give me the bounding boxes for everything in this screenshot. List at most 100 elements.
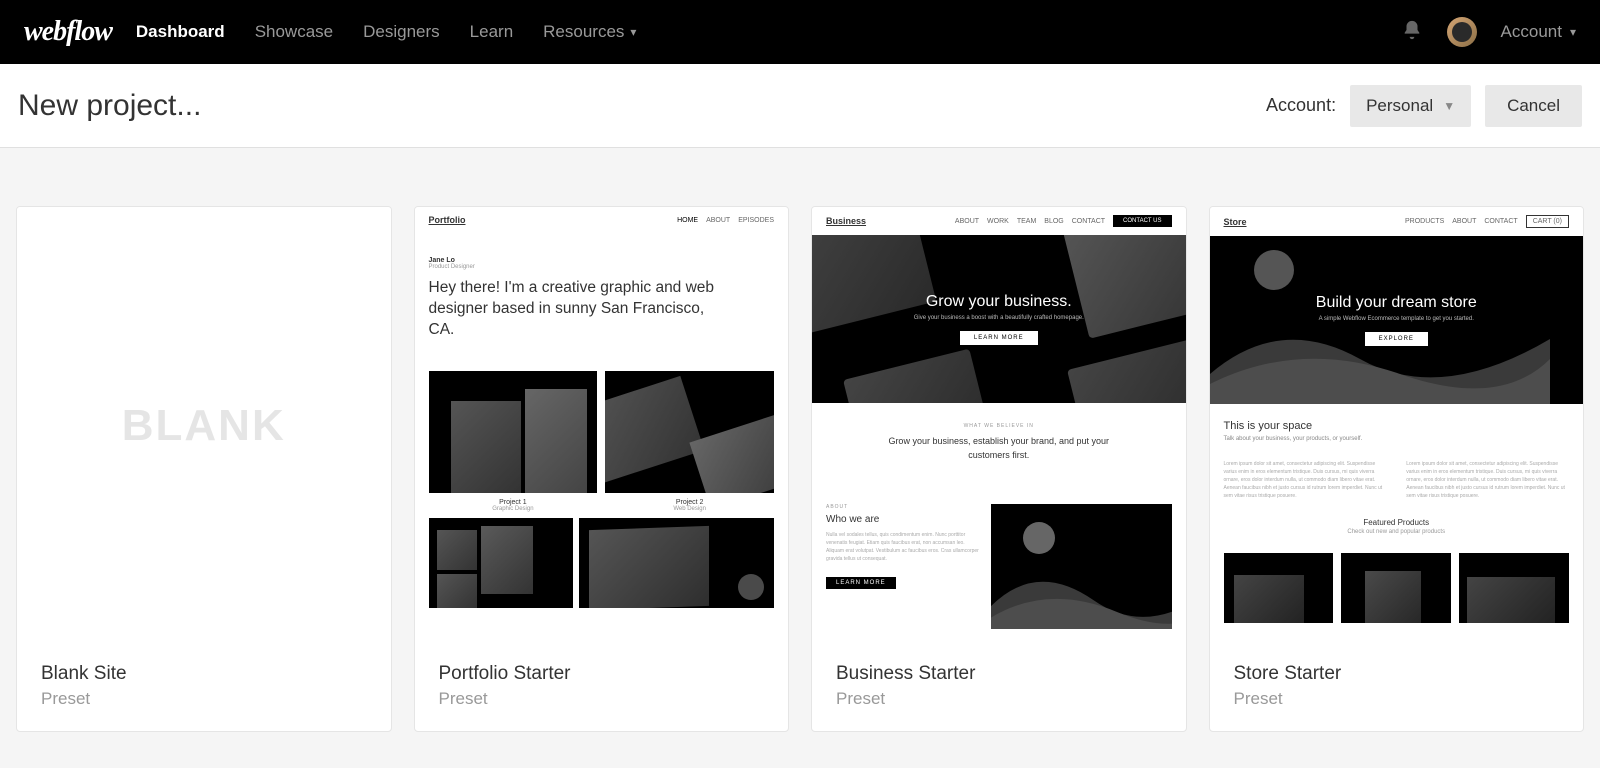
preview-eyebrow: WHAT WE BELIEVE IN bbox=[826, 423, 1172, 429]
preview-nav-item: BLOG bbox=[1044, 218, 1063, 225]
preview-about-title: Who we are bbox=[826, 514, 979, 525]
preview-about-text: Nulla vel sodales tellus, quis condiment… bbox=[826, 531, 979, 563]
preview-featured-sub: Check out new and popular products bbox=[1224, 529, 1570, 535]
preview-project-sub: Graphic Design bbox=[429, 506, 598, 512]
nav-learn[interactable]: Learn bbox=[470, 22, 513, 42]
preview-featured-title: Featured Products bbox=[1224, 518, 1570, 527]
preview-nav-item: TEAM bbox=[1017, 218, 1036, 225]
preview-nav: PRODUCTS ABOUT CONTACT CART (0) bbox=[1405, 215, 1569, 228]
chevron-down-icon: ▾ bbox=[1570, 25, 1576, 39]
preview-hero-title: Grow your business. bbox=[926, 293, 1072, 311]
preview-lorem: Lorem ipsum dolor sit amet, consectetur … bbox=[1406, 460, 1569, 500]
template-subtitle: Preset bbox=[41, 689, 367, 709]
page-header: New project... Account: Personal ▼ Cance… bbox=[0, 64, 1600, 148]
avatar[interactable] bbox=[1447, 17, 1477, 47]
preview-project-title: Project 2 bbox=[605, 499, 774, 506]
template-preview: Business ABOUT WORK TEAM BLOG CONTACT CO… bbox=[812, 207, 1186, 645]
preview-nav-item: ABOUT bbox=[1452, 218, 1476, 225]
bell-icon[interactable] bbox=[1401, 19, 1423, 46]
preview-space-title: This is your space bbox=[1224, 420, 1570, 432]
template-title: Business Starter bbox=[836, 663, 1162, 685]
page-header-actions: Account: Personal ▼ Cancel bbox=[1266, 85, 1582, 127]
template-preview: BLANK bbox=[17, 207, 391, 645]
preview-product bbox=[1459, 553, 1569, 623]
logo[interactable]: webflow bbox=[24, 16, 112, 48]
template-subtitle: Preset bbox=[439, 689, 765, 709]
preview-project-title: Project 1 bbox=[429, 499, 598, 506]
template-grid: BLANK Blank Site Preset Portfolio HOME A… bbox=[0, 148, 1600, 762]
preview-project-image bbox=[605, 371, 774, 493]
nav-dashboard[interactable]: Dashboard bbox=[136, 22, 225, 42]
template-card-blank[interactable]: BLANK Blank Site Preset bbox=[16, 206, 392, 732]
preview-role: Product Designer bbox=[429, 264, 775, 270]
preview-tagline: Grow your business, establish your brand… bbox=[874, 435, 1124, 462]
preview-hero: Build your dream store A simple Webflow … bbox=[1210, 236, 1584, 404]
nav-resources[interactable]: Resources ▾ bbox=[543, 22, 636, 42]
top-nav: webflow Dashboard Showcase Designers Lea… bbox=[0, 0, 1600, 64]
preview-hero: Grow your business. Give your business a… bbox=[812, 235, 1186, 403]
template-subtitle: Preset bbox=[1234, 689, 1560, 709]
template-card-store[interactable]: Store PRODUCTS ABOUT CONTACT CART (0) Bu… bbox=[1209, 206, 1585, 732]
preview-headline: Hey there! I'm a creative graphic and we… bbox=[429, 278, 729, 341]
preview-brand: Business bbox=[826, 216, 866, 226]
nav-resources-label: Resources bbox=[543, 22, 624, 42]
preview-project-image bbox=[429, 371, 598, 493]
preview-hero-sub: Give your business a boost with a beauti… bbox=[914, 315, 1084, 321]
preview-nav-item: ABOUT bbox=[955, 218, 979, 225]
preview-image bbox=[579, 518, 774, 608]
preview-brand: Store bbox=[1224, 217, 1247, 227]
preview-nav-item: HOME bbox=[677, 217, 698, 224]
template-preview: Store PRODUCTS ABOUT CONTACT CART (0) Bu… bbox=[1210, 207, 1584, 645]
template-subtitle: Preset bbox=[836, 689, 1162, 709]
preview-product bbox=[1224, 553, 1334, 623]
main-nav: Dashboard Showcase Designers Learn Resou… bbox=[136, 22, 1401, 42]
nav-designers[interactable]: Designers bbox=[363, 22, 440, 42]
preview-brand: Portfolio bbox=[429, 215, 466, 225]
account-dropdown[interactable]: Personal ▼ bbox=[1350, 85, 1471, 127]
preview-hero-sub: A simple Webflow Ecommerce template to g… bbox=[1319, 316, 1474, 322]
preview-cta: CONTACT US bbox=[1113, 215, 1171, 227]
top-right: Account ▾ bbox=[1401, 17, 1576, 47]
cancel-button[interactable]: Cancel bbox=[1485, 85, 1582, 127]
preview-product bbox=[1341, 553, 1451, 623]
account-menu-label: Account bbox=[1501, 22, 1562, 42]
preview-hero-button: EXPLORE bbox=[1365, 332, 1428, 346]
account-dropdown-value: Personal bbox=[1366, 96, 1433, 116]
preview-project-sub: Web Design bbox=[605, 506, 774, 512]
account-field-label: Account: bbox=[1266, 95, 1336, 116]
preview-nav-item: CONTACT bbox=[1072, 218, 1105, 225]
preview-space-sub: Talk about your business, your products,… bbox=[1224, 436, 1570, 442]
preview-lorem: Lorem ipsum dolor sit amet, consectetur … bbox=[1224, 460, 1387, 500]
preview-nav-item: EPISODES bbox=[738, 217, 774, 224]
preview-nav: HOME ABOUT EPISODES bbox=[677, 217, 774, 224]
template-title: Store Starter bbox=[1234, 663, 1560, 685]
template-footer: Business Starter Preset bbox=[812, 645, 1186, 731]
preview-nav: ABOUT WORK TEAM BLOG CONTACT CONTACT US bbox=[955, 215, 1172, 227]
nav-showcase[interactable]: Showcase bbox=[255, 22, 333, 42]
template-preview: Portfolio HOME ABOUT EPISODES Jane Lo Pr… bbox=[415, 207, 789, 645]
template-title: Blank Site bbox=[41, 663, 367, 685]
blank-label: BLANK bbox=[122, 401, 286, 451]
preview-cart: CART (0) bbox=[1526, 215, 1569, 228]
preview-image bbox=[991, 504, 1171, 629]
preview-nav-item: ABOUT bbox=[706, 217, 730, 224]
preview-image bbox=[429, 518, 573, 608]
preview-name: Jane Lo bbox=[429, 257, 775, 264]
preview-hero-button: LEARN MORE bbox=[960, 331, 1038, 345]
account-menu[interactable]: Account ▾ bbox=[1501, 22, 1576, 42]
preview-nav-item: WORK bbox=[987, 218, 1009, 225]
template-footer: Store Starter Preset bbox=[1210, 645, 1584, 731]
preview-about-label: ABOUT bbox=[826, 504, 979, 510]
caret-down-icon: ▼ bbox=[1443, 99, 1455, 113]
preview-nav-item: CONTACT bbox=[1484, 218, 1517, 225]
preview-hero-title: Build your dream store bbox=[1316, 294, 1477, 312]
chevron-down-icon: ▾ bbox=[630, 25, 636, 39]
template-title: Portfolio Starter bbox=[439, 663, 765, 685]
template-footer: Blank Site Preset bbox=[17, 645, 391, 731]
template-card-portfolio[interactable]: Portfolio HOME ABOUT EPISODES Jane Lo Pr… bbox=[414, 206, 790, 732]
page-title: New project... bbox=[18, 89, 201, 123]
template-card-business[interactable]: Business ABOUT WORK TEAM BLOG CONTACT CO… bbox=[811, 206, 1187, 732]
preview-nav-item: PRODUCTS bbox=[1405, 218, 1444, 225]
preview-about-button: LEARN MORE bbox=[826, 577, 896, 589]
template-footer: Portfolio Starter Preset bbox=[415, 645, 789, 731]
